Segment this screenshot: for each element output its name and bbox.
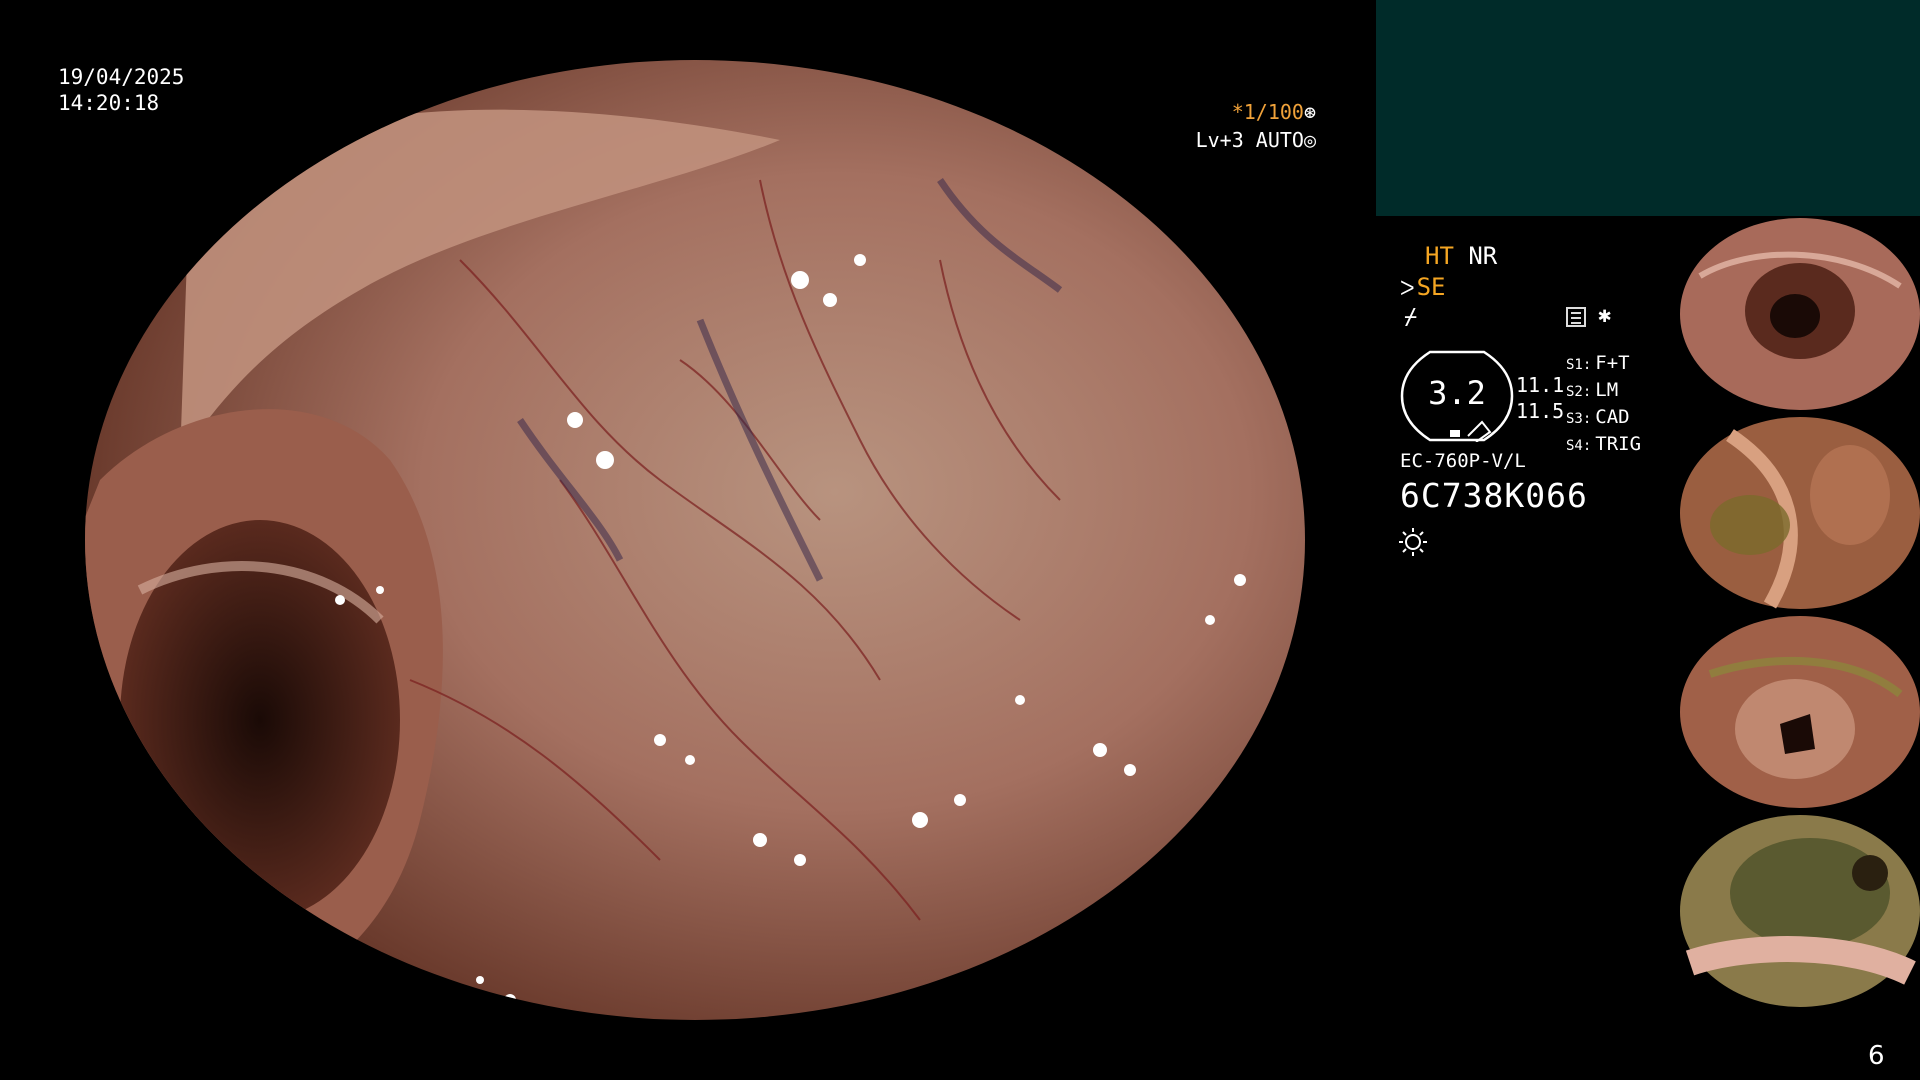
- thumbnail[interactable]: [1670, 216, 1920, 412]
- asterisk-icon: ✱: [1598, 303, 1612, 328]
- se-mode: SE: [1416, 273, 1446, 301]
- thumbnail[interactable]: [1670, 813, 1920, 1009]
- page-number: 6: [1868, 1041, 1885, 1071]
- datetime-display: 19/04/2025 14:20:18: [58, 64, 184, 116]
- value-1: 11.1: [1516, 373, 1565, 397]
- switch-row: S4: TRIG: [1566, 433, 1642, 455]
- shutter-speed: *1/100⊛: [1232, 100, 1316, 124]
- nr-mode: NR: [1468, 242, 1498, 270]
- value-2: 11.5: [1516, 399, 1565, 423]
- switch-row: S3: CAD: [1566, 406, 1630, 428]
- zoom-value: 3.2: [1428, 374, 1486, 412]
- date-text: 19/04/2025: [58, 65, 185, 89]
- captured-thumbnails: [1670, 216, 1920, 1012]
- time-text: 14:20:18: [58, 91, 160, 115]
- light-source-icon: [1398, 527, 1428, 561]
- notepad-icon: [1566, 307, 1586, 327]
- level-text: Lv+3 AUTO: [1195, 128, 1304, 152]
- aperture-icon: ⊛: [1303, 100, 1316, 124]
- structure-enhancement: ᐳSE: [1400, 273, 1446, 301]
- auto-iris-icon: ◎: [1303, 128, 1316, 152]
- shutter-text: *1/100: [1231, 100, 1304, 124]
- scope-serial: 6C738K066: [1400, 476, 1588, 515]
- thumbnail[interactable]: [1670, 614, 1920, 810]
- enhancement-modes: HT NR: [1425, 242, 1497, 270]
- freeze-icon: ⌿: [1404, 305, 1418, 330]
- ht-mode: HT: [1425, 242, 1454, 270]
- zoom-gauge: 3.2: [1400, 350, 1514, 443]
- endoscope-live-view: [60, 60, 1310, 1020]
- enhancement-icon: ᐳ: [1400, 276, 1415, 300]
- info-panel-box: [1376, 0, 1920, 216]
- measurement-values: 11.1 11.5: [1516, 372, 1564, 424]
- scope-model: EC-760P-V/L: [1400, 450, 1526, 472]
- switch-row: S1: F+T: [1566, 352, 1630, 374]
- thumbnail[interactable]: [1670, 415, 1920, 611]
- switch-row: S2: LM: [1566, 379, 1619, 401]
- switch-assignments: S1: F+T S2: LM S3: CAD S4: TRIG: [1566, 351, 1641, 459]
- brightness-level: Lv+3 AUTO◎: [1196, 128, 1316, 152]
